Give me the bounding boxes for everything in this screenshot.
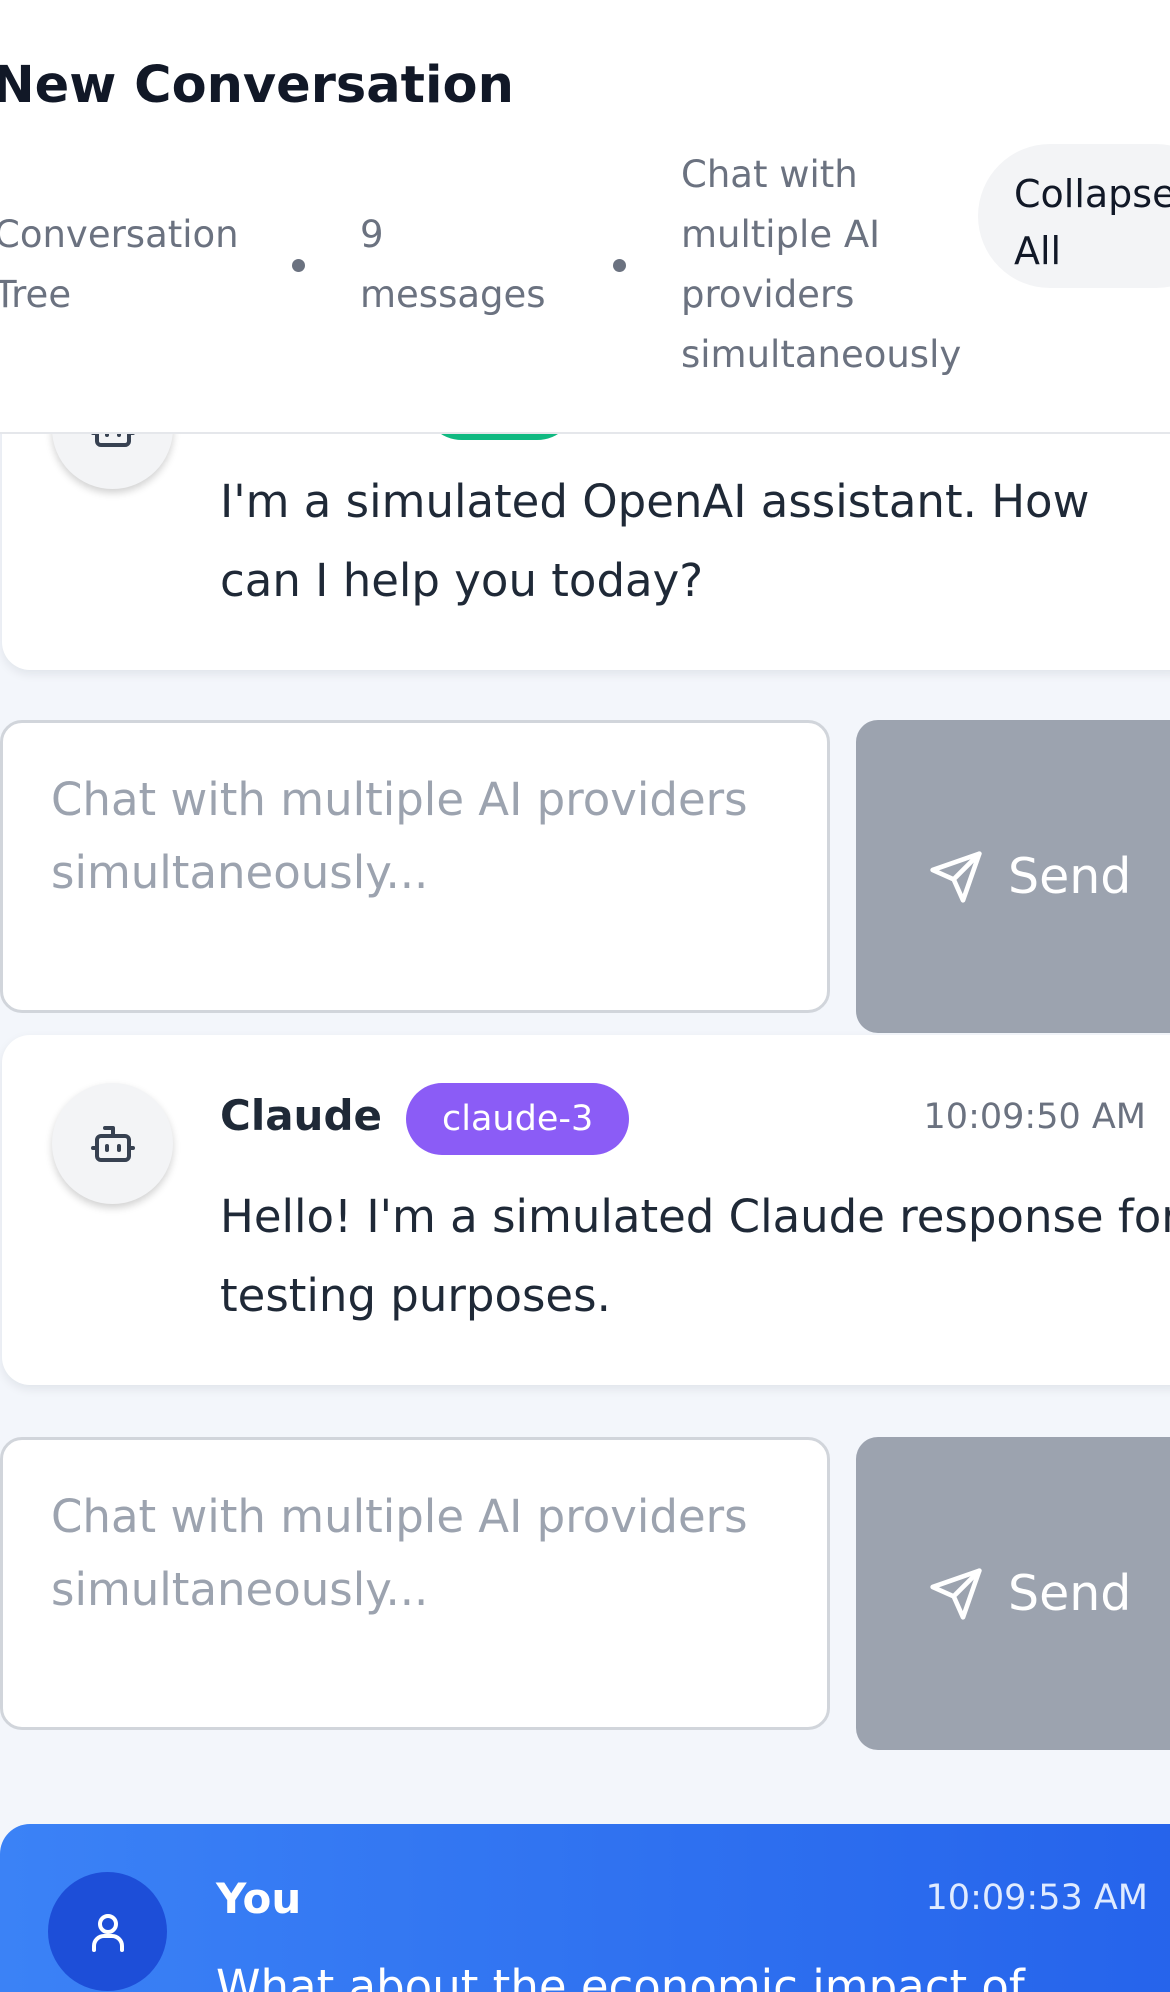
conversation-view: I'm a simulated OpenAI assistant. How ca… [0,0,1170,1992]
conversation-header: New Conversation Conversation Tree 9 mes… [0,0,1170,434]
bot-avatar [52,1083,173,1204]
user-avatar [48,1872,167,1991]
send-icon [930,850,982,903]
message-input[interactable] [0,720,830,1013]
message-text: What about the economic impact of [216,1960,1025,1992]
meta-conversation-tree: Conversation Tree [0,213,239,316]
sender-name: Claude [220,1091,383,1140]
meta-message-count: 9 messages [360,213,546,316]
message-card-user: You 10:09:53 AM What about the economic … [0,1824,1170,1992]
bot-icon [90,1125,135,1162]
page-title: New Conversation [0,56,514,115]
meta-description: Chat with multiple AI providers simultan… [681,153,962,376]
model-badge: claude-3 [406,1083,630,1155]
message-card-claude: Claude claude-3 10:09:50 AM Hello! I'm a… [2,1035,1170,1385]
sender-name: You [216,1874,302,1923]
message-text: I'm a simulated OpenAI assistant. How ca… [220,475,1090,607]
collapse-all-button[interactable]: Collapse All [978,144,1170,288]
send-button[interactable]: Send [856,1437,1170,1750]
message-timestamp: 10:09:53 AM [925,1878,1148,1918]
separator-dot [613,259,626,272]
user-icon [91,1913,124,1952]
message-input[interactable] [0,1437,830,1730]
send-icon [930,1567,982,1620]
separator-dot [292,259,305,272]
message-timestamp: 10:09:50 AM [923,1097,1146,1137]
message-text: Hello! I'm a simulated Claude response f… [220,1190,1170,1322]
send-button[interactable]: Send [856,720,1170,1033]
